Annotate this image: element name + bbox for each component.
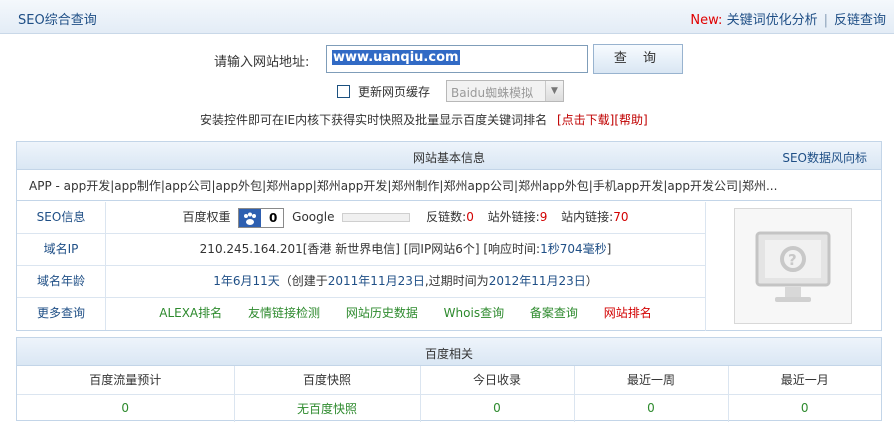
help-link[interactable]: [帮助] bbox=[614, 113, 647, 127]
site-thumbnail: ? bbox=[734, 208, 852, 324]
table-cell: 0 bbox=[17, 394, 235, 422]
domain-age-value: 1年6月11天（创建于2011年11月23日,过期时间为2012年11月23日） bbox=[106, 266, 705, 297]
response-time-label: [响应时间: bbox=[483, 242, 541, 256]
domain-age-label: 域名年龄 bbox=[17, 266, 106, 297]
update-cache-checkbox[interactable] bbox=[337, 85, 350, 98]
basic-info-title: 网站基本信息 bbox=[412, 151, 485, 165]
update-cache-label: 更新网页缓存 bbox=[358, 85, 431, 99]
seo-info-value: 百度权重 0 Google 反链数:0 站外链接:9 站内链接:70 bbox=[106, 202, 705, 233]
table-cell[interactable]: 0 bbox=[728, 394, 881, 422]
inlinks-value[interactable]: 70 bbox=[613, 210, 628, 224]
site-rank-link[interactable]: 网站排名 bbox=[604, 306, 652, 320]
icp-record-link[interactable]: 备案查询 bbox=[530, 306, 578, 320]
more-query-row: 更多查询 ALEXA排名 友情链接检测 网站历史数据 Whois查询 备案查询 … bbox=[17, 298, 705, 330]
link-separator: | bbox=[823, 13, 828, 28]
table-cell[interactable]: 0 bbox=[574, 394, 729, 422]
outlinks-label: 站外链接: bbox=[487, 210, 540, 224]
seo-trend-link[interactable]: SEO数据风向标 bbox=[782, 149, 867, 166]
more-query-label: 更多查询 bbox=[17, 298, 106, 330]
backlinks-label: 反链数: bbox=[426, 210, 467, 224]
table-header-cell: 最近一周 bbox=[574, 366, 729, 395]
chevron-down-icon: ▼ bbox=[545, 81, 563, 101]
site-thumbnail-cell: ? bbox=[705, 202, 881, 331]
url-input[interactable]: www.uanqiu.com bbox=[326, 45, 588, 73]
monitor-placeholder-icon: ? bbox=[755, 231, 831, 302]
ip-location: [香港 新世界电信] bbox=[302, 242, 400, 256]
table-header-cell: 百度快照 bbox=[234, 366, 421, 395]
baidu-weight-label: 百度权重 bbox=[182, 210, 231, 224]
table-header-cell: 百度流量预计 bbox=[17, 366, 235, 395]
expire-prefix: ,过期时间为 bbox=[424, 274, 489, 288]
site-history-link[interactable]: 网站历史数据 bbox=[346, 306, 418, 320]
url-input-value: www.uanqiu.com bbox=[332, 50, 460, 65]
baidu-table-header-row: 百度流量预计 百度快照 今日收录 最近一周 最近一月 bbox=[17, 366, 881, 395]
download-link[interactable]: [点击下载] bbox=[557, 113, 614, 127]
table-cell[interactable]: 0 bbox=[420, 394, 575, 422]
table-cell[interactable]: 无百度快照 bbox=[234, 394, 421, 422]
whois-link[interactable]: Whois查询 bbox=[444, 306, 504, 320]
site-keywords: APP - app开发|app制作|app公司|app外包|郑州app|郑州ap… bbox=[17, 170, 881, 201]
table-header-cell: 今日收录 bbox=[420, 366, 575, 395]
ip-address: 210.245.164.201 bbox=[199, 242, 303, 256]
spider-select-value: Baidu蜘蛛模拟 bbox=[451, 86, 534, 100]
page-title: SEO综合查询 bbox=[18, 13, 97, 28]
baidu-weight-value: 0 bbox=[268, 210, 278, 225]
plugin-tip: 安装控件即可在IE内核下获得实时快照及批量显示百度关键词排名 [点击下载][帮助… bbox=[200, 111, 648, 128]
domain-ip-label: 域名IP bbox=[17, 234, 106, 265]
domain-age-row: 域名年龄 1年6月11天（创建于2011年11月23日,过期时间为2012年11… bbox=[17, 266, 705, 298]
more-query-links: ALEXA排名 友情链接检测 网站历史数据 Whois查询 备案查询 网站排名 bbox=[106, 298, 705, 330]
table-header-cell: 最近一月 bbox=[728, 366, 881, 395]
baidu-table: 百度流量预计 百度快照 今日收录 最近一周 最近一月 0 无百度快照 0 0 0 bbox=[17, 366, 881, 422]
domain-ip-value: 210.245.164.201[香港 新世界电信] [同IP网站6个] [响应时… bbox=[106, 234, 705, 265]
created-date: 2011年11月23日 bbox=[327, 274, 425, 288]
google-label: Google bbox=[292, 210, 335, 224]
baidu-panel-header: 百度相关 bbox=[17, 338, 881, 366]
domain-age: 1年6月11天 bbox=[213, 274, 280, 288]
baidu-table-value-row: 0 无百度快照 0 0 0 bbox=[17, 394, 881, 422]
query-button[interactable]: 查 询 bbox=[593, 44, 683, 74]
url-input-label: 请输入网站地址: bbox=[214, 55, 310, 70]
age-suffix: ） bbox=[585, 274, 598, 288]
domain-ip-row: 域名IP 210.245.164.201[香港 新世界电信] [同IP网站6个]… bbox=[17, 234, 705, 266]
inlinks-label: 站内链接: bbox=[561, 210, 614, 224]
response-time-end: ] bbox=[606, 242, 612, 256]
top-links: New: 关键词优化分析 | 反链查询 bbox=[690, 9, 886, 28]
backlinks-value[interactable]: 0 bbox=[466, 210, 474, 224]
friend-link-check-link[interactable]: 友情链接检测 bbox=[248, 306, 320, 320]
spider-select[interactable]: Baidu蜘蛛模拟 ▼ bbox=[446, 80, 564, 102]
response-time-value: 1秒704毫秒 bbox=[540, 242, 607, 256]
svg-text:?: ? bbox=[788, 251, 797, 269]
alexa-rank-link[interactable]: ALEXA排名 bbox=[159, 306, 222, 320]
basic-info-header: 网站基本信息 SEO数据风向标 bbox=[17, 142, 881, 170]
seo-info-label: SEO信息 bbox=[17, 202, 106, 233]
plugin-tip-text: 安装控件即可在IE内核下获得实时快照及批量显示百度关键词排名 bbox=[200, 113, 548, 127]
baidu-paw-icon bbox=[239, 208, 262, 227]
seo-info-row: SEO信息 百度权重 0 Google 反链数:0 站外链接:9 站内链接:70 bbox=[17, 202, 705, 234]
google-pr-bar bbox=[342, 213, 411, 222]
outlinks-value[interactable]: 9 bbox=[540, 210, 548, 224]
expire-date: 2012年11月23日 bbox=[488, 274, 586, 288]
keyword-analysis-link[interactable]: 关键词优化分析 bbox=[727, 13, 818, 28]
baidu-panel: 百度相关 百度流量预计 百度快照 今日收录 最近一周 最近一月 0 无百度快照 … bbox=[16, 337, 882, 422]
created-prefix: （创建于 bbox=[279, 274, 328, 288]
top-bar: SEO综合查询 New: 关键词优化分析 | 反链查询 bbox=[0, 0, 894, 34]
same-ip-sites[interactable]: [同IP网站6个] bbox=[404, 242, 480, 256]
backlink-query-link[interactable]: 反链查询 bbox=[834, 13, 886, 28]
basic-info-panel: 网站基本信息 SEO数据风向标 APP - app开发|app制作|app公司|… bbox=[16, 141, 882, 331]
baidu-panel-title: 百度相关 bbox=[424, 347, 473, 361]
baidu-weight-badge[interactable]: 0 bbox=[238, 207, 285, 228]
new-badge: New: bbox=[690, 13, 723, 28]
